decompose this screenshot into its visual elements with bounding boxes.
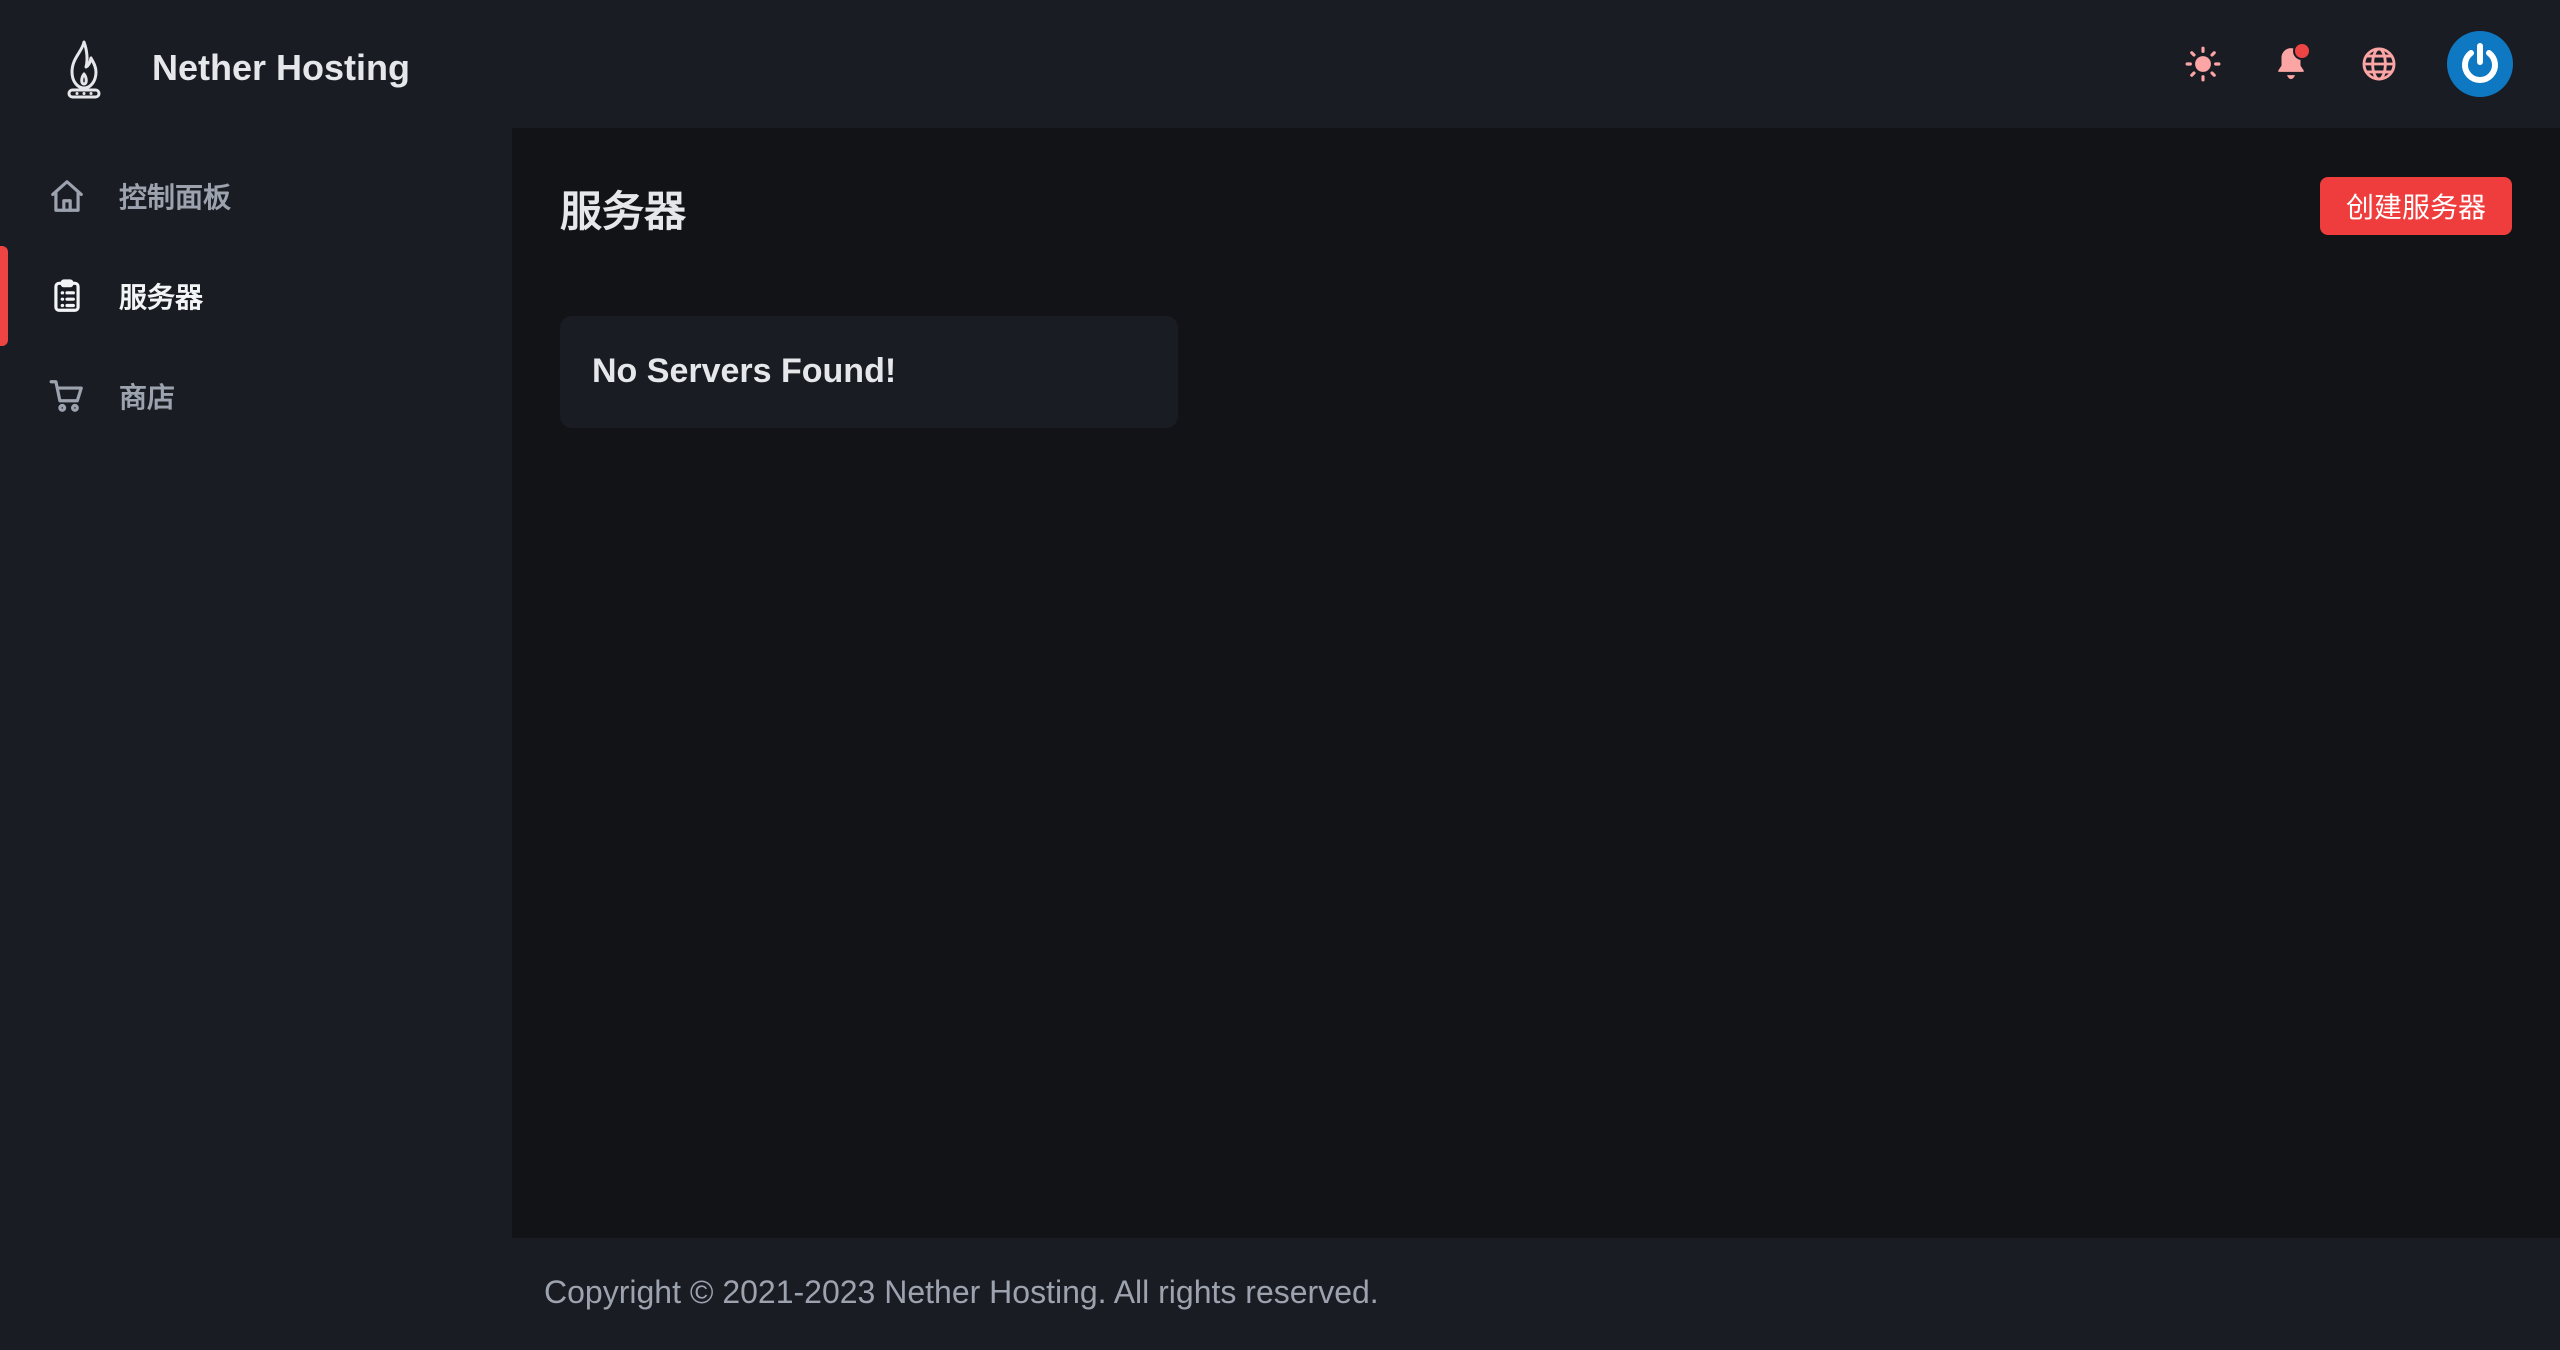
notification-dot — [2293, 42, 2311, 60]
home-icon — [48, 177, 86, 215]
sidebar: 控制面板 服务器 商店 — [0, 128, 512, 1350]
avatar[interactable] — [2447, 31, 2513, 97]
app-root: Nether Hosting 控制面板 服务器 商店 服务器 创建服务器 No … — [0, 0, 2560, 1350]
top-header: Nether Hosting — [0, 0, 2560, 128]
active-indicator — [0, 246, 8, 346]
clipboard-list-icon — [48, 277, 86, 315]
sidebar-item-label: 控制面板 — [119, 182, 232, 213]
cart-icon — [48, 377, 86, 415]
main-content: 服务器 创建服务器 No Servers Found! — [512, 128, 2560, 1238]
footer: Copyright © 2021-2023 Nether Hosting. Al… — [512, 1238, 2560, 1350]
sidebar-item-dashboard[interactable]: 控制面板 — [0, 146, 512, 246]
sidebar-item-label: 商店 — [119, 382, 176, 413]
sidebar-item-servers[interactable]: 服务器 — [0, 246, 512, 346]
brand-name[interactable]: Nether Hosting — [152, 44, 410, 92]
page-title: 服务器 — [560, 188, 687, 235]
sidebar-item-label: 服务器 — [119, 282, 204, 313]
bell-icon[interactable] — [2269, 42, 2313, 86]
copyright-text: Copyright © 2021-2023 Nether Hosting. Al… — [544, 1274, 1379, 1310]
empty-state-message: No Servers Found! — [592, 352, 897, 390]
power-icon — [2462, 43, 2498, 83]
create-server-button[interactable]: 创建服务器 — [2320, 177, 2512, 235]
sun-icon[interactable] — [2181, 42, 2225, 86]
empty-state-card: No Servers Found! — [560, 316, 1178, 428]
flame-logo-icon[interactable] — [60, 38, 108, 100]
sidebar-item-store[interactable]: 商店 — [0, 346, 512, 446]
globe-icon[interactable] — [2357, 42, 2401, 86]
